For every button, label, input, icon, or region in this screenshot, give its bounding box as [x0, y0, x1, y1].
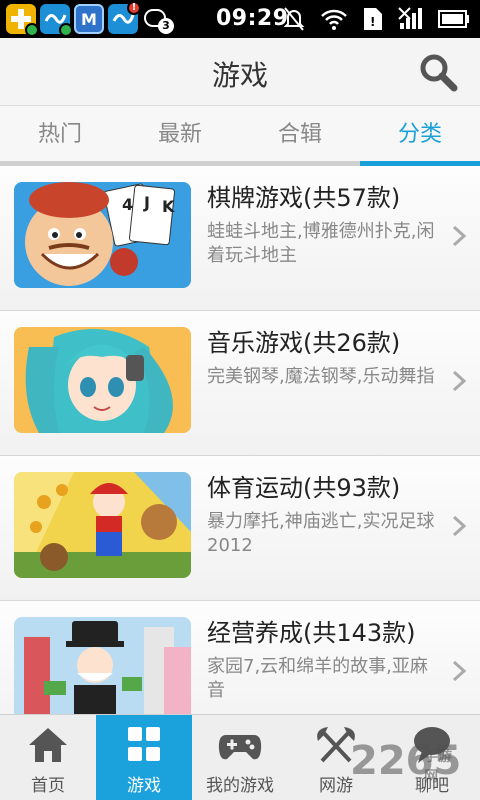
list-item[interactable]: 经营养成(共143款) 家园7,云和绵羊的故事,亚麻音: [0, 601, 480, 714]
mute-bell-icon: [283, 7, 305, 31]
nav-label: 游戏: [127, 776, 161, 796]
wifi-icon: [321, 9, 347, 30]
grid-icon: [128, 727, 160, 761]
svg-text:!: !: [370, 15, 375, 29]
clock: 09:29: [216, 6, 289, 31]
check-badge-icon: [25, 23, 39, 37]
category-list[interactable]: 4 J K 棋牌游戏(共57款) 蛙蛙斗地主,博雅德州扑克,闲着玩斗地主 音乐游…: [0, 166, 480, 714]
chevron-right-icon: [452, 515, 467, 537]
nav-label: 首页: [31, 776, 65, 796]
system-icons: !: [282, 4, 470, 34]
check-badge-icon: [59, 23, 73, 37]
nav-my-games[interactable]: 我的游戏: [192, 715, 288, 800]
chevron-right-icon: [452, 370, 467, 392]
nav-label: 聊吧: [415, 776, 449, 796]
chat-icon: [414, 727, 450, 763]
tab-categories[interactable]: 分类: [360, 106, 480, 166]
m-app-icon: M: [74, 4, 104, 34]
svg-text:K: K: [162, 197, 175, 216]
category-title: 经营养成(共143款): [207, 619, 416, 647]
crossed-axes-icon: [317, 727, 355, 763]
sports-game-thumbnail: [14, 472, 191, 578]
category-examples: 完美钢琴,魔法钢琴,乐动舞指: [207, 366, 435, 387]
category-title: 体育运动(共93款): [207, 474, 401, 502]
home-icon: [29, 728, 67, 762]
category-examples: 暴力摩托,神庙逃亡,实况足球2012: [207, 511, 435, 556]
search-icon: [420, 54, 458, 92]
chat-notification-icon: 3: [142, 4, 174, 34]
list-item[interactable]: 体育运动(共93款) 暴力摩托,神庙逃亡,实况足球2012: [0, 456, 480, 601]
notification-count: 3: [158, 18, 174, 34]
status-bar: M ! 3 09:29 !: [0, 0, 480, 38]
browser-app-icon-2: !: [108, 1, 141, 34]
tab-hot[interactable]: 热门: [0, 106, 120, 161]
m-letter: M: [81, 9, 97, 29]
card-game-thumbnail: 4 J K: [14, 182, 191, 288]
tab-newest[interactable]: 最新: [120, 106, 240, 161]
svg-text:4: 4: [122, 195, 133, 214]
category-title: 棋牌游戏(共57款): [207, 184, 401, 212]
business-game-thumbnail: [14, 617, 191, 714]
search-button[interactable]: [416, 50, 460, 94]
category-examples: 家园7,云和绵羊的故事,亚麻音: [207, 656, 428, 701]
sim-card-icon: !: [364, 8, 382, 30]
title-bar: 游戏: [0, 38, 480, 106]
category-title: 音乐游戏(共26款): [207, 329, 401, 357]
tab-collections[interactable]: 合辑: [240, 106, 360, 161]
chevron-right-icon: [452, 225, 467, 247]
nav-games[interactable]: 游戏: [96, 715, 192, 800]
page-title: 游戏: [211, 59, 268, 92]
music-game-thumbnail: [14, 327, 191, 433]
tab-bar: 热门 最新 合辑 分类: [0, 106, 480, 166]
list-item[interactable]: 4 J K 棋牌游戏(共57款) 蛙蛙斗地主,博雅德州扑克,闲着玩斗地主: [0, 166, 480, 311]
plus-app-icon: [6, 4, 39, 37]
list-item[interactable]: 音乐游戏(共26款) 完美钢琴,魔法钢琴,乐动舞指: [0, 311, 480, 456]
bottom-navigation: 首页 游戏 我的游戏 网游 聊吧: [0, 714, 480, 800]
nav-chat[interactable]: 聊吧: [384, 715, 480, 800]
nav-label: 我的游戏: [206, 776, 274, 796]
notification-icons: M ! 3: [0, 1, 174, 37]
svg-text:J: J: [143, 193, 150, 212]
category-examples: 蛙蛙斗地主,博雅德州扑克,闲着玩斗地主: [207, 221, 435, 266]
chevron-right-icon: [452, 660, 467, 682]
battery-icon: [438, 10, 469, 28]
nav-label: 网游: [319, 776, 353, 796]
gamepad-icon: [218, 735, 262, 760]
nav-home[interactable]: 首页: [0, 715, 96, 800]
browser-app-icon: [40, 4, 73, 37]
alert-badge: !: [127, 1, 141, 15]
nav-online-games[interactable]: 网游: [288, 715, 384, 800]
no-signal-icon: [398, 7, 422, 29]
